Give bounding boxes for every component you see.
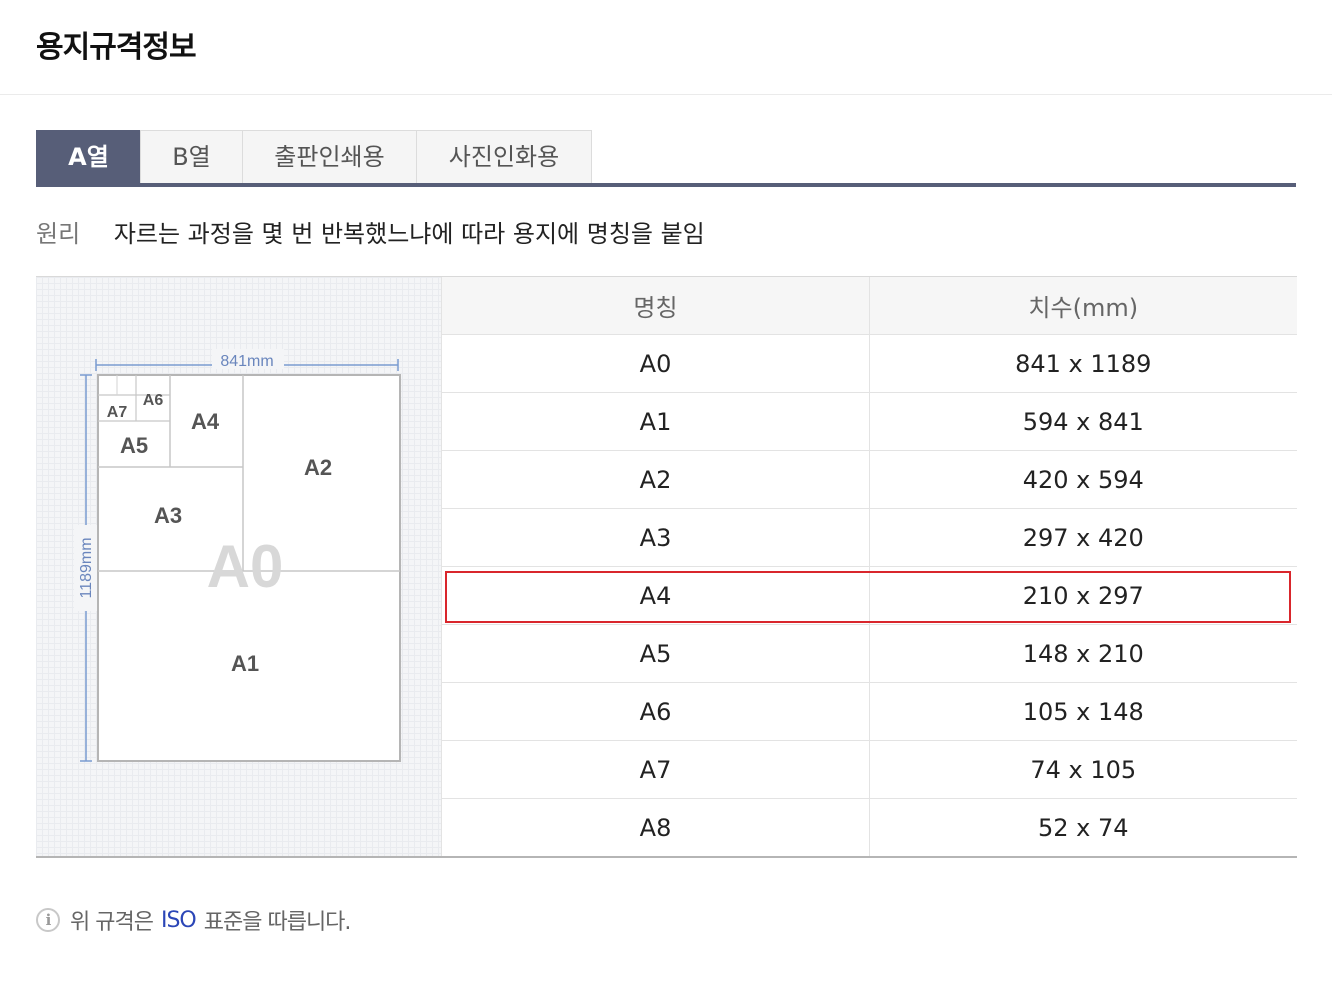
row-name: A3 — [441, 508, 870, 567]
row-size: 297 x 420 — [869, 508, 1297, 567]
table-row: A0 841 x 1189 — [441, 334, 1297, 393]
iso-link[interactable]: ISO — [161, 908, 197, 933]
table-row: A1 594 x 841 — [441, 392, 1297, 451]
a-series-diagram-svg: 841mm 1189mm A0 A1 A2 A3 A4 A5 A6 A7 — [74, 349, 401, 762]
a3-label: A3 — [154, 503, 182, 528]
page-title: 용지규격정보 — [36, 30, 197, 65]
info-icon: i — [36, 908, 60, 932]
table-header-row: 명칭 치수(mm) — [441, 277, 1297, 335]
table-row: A3 297 x 420 — [441, 508, 1297, 567]
row-name: A8 — [441, 798, 870, 856]
row-size: 594 x 841 — [869, 392, 1297, 451]
row-name: A5 — [441, 624, 870, 683]
tab-a-series[interactable]: A열 — [36, 130, 141, 183]
row-size: 74 x 105 — [869, 740, 1297, 799]
row-size: 841 x 1189 — [869, 334, 1297, 393]
table-row: A7 74 x 105 — [441, 740, 1297, 799]
table-row-highlighted: A4 210 x 297 — [441, 566, 1297, 625]
a4-label: A4 — [191, 409, 220, 434]
width-label: 841mm — [220, 353, 273, 370]
footnote: i 위 규격은 ISO 표준을 따릅니다. — [36, 904, 352, 936]
table-row: A6 105 x 148 — [441, 682, 1297, 741]
a1-label: A1 — [231, 651, 259, 676]
a-series-diagram: 841mm 1189mm A0 A1 A2 A3 A4 A5 A6 A7 — [36, 277, 441, 856]
a2-label: A2 — [304, 455, 332, 480]
row-size: 420 x 594 — [869, 450, 1297, 509]
spec-table-wrap: 명칭 치수(mm) A0 841 x 1189 A1 594 x 841 A2 420… — [441, 277, 1297, 856]
page-header: 용지규격정보 — [0, 0, 1332, 95]
footnote-prefix: 위 규격은 — [70, 910, 154, 935]
principle-line: 원리 자르는 과정을 몇 번 반복했느냐에 따라 용지에 명칭을 붙임 — [36, 216, 705, 252]
row-name: A4 — [441, 566, 870, 625]
height-label: 1189mm — [78, 537, 95, 598]
a5-label: A5 — [120, 433, 148, 458]
table-row: A8 52 x 74 — [441, 798, 1297, 856]
row-name: A2 — [441, 450, 870, 509]
a7-label: A7 — [107, 404, 128, 421]
row-name: A7 — [441, 740, 870, 799]
row-size: 105 x 148 — [869, 682, 1297, 741]
principle-label: 원리 — [36, 220, 81, 248]
paper-spec-panel: 841mm 1189mm A0 A1 A2 A3 A4 A5 A6 A7 명칭 … — [36, 276, 1297, 858]
a0-label: A0 — [207, 533, 284, 600]
column-header-size: 치수(mm) — [869, 277, 1297, 335]
a6-label: A6 — [143, 392, 164, 409]
tab-photo-print[interactable]: 사진인화용 — [416, 130, 592, 183]
row-name: A0 — [441, 334, 870, 393]
row-size: 210 x 297 — [869, 566, 1297, 625]
principle-text: 자르는 과정을 몇 번 반복했느냐에 따라 용지에 명칭을 붙임 — [113, 220, 705, 248]
row-name: A6 — [441, 682, 870, 741]
column-header-name: 명칭 — [441, 277, 870, 335]
tab-b-series[interactable]: B열 — [140, 130, 243, 183]
footnote-suffix: 표준을 따릅니다. — [203, 910, 352, 935]
table-row: A2 420 x 594 — [441, 450, 1297, 509]
row-name: A1 — [441, 392, 870, 451]
table-row: A5 148 x 210 — [441, 624, 1297, 683]
paper-size-table: 명칭 치수(mm) A0 841 x 1189 A1 594 x 841 A2 420… — [441, 277, 1297, 856]
paper-series-tabs: A열 B열 출판인쇄용 사진인화용 — [36, 130, 1296, 187]
row-size: 148 x 210 — [869, 624, 1297, 683]
tab-publishing[interactable]: 출판인쇄용 — [242, 130, 417, 183]
row-size: 52 x 74 — [869, 798, 1297, 856]
